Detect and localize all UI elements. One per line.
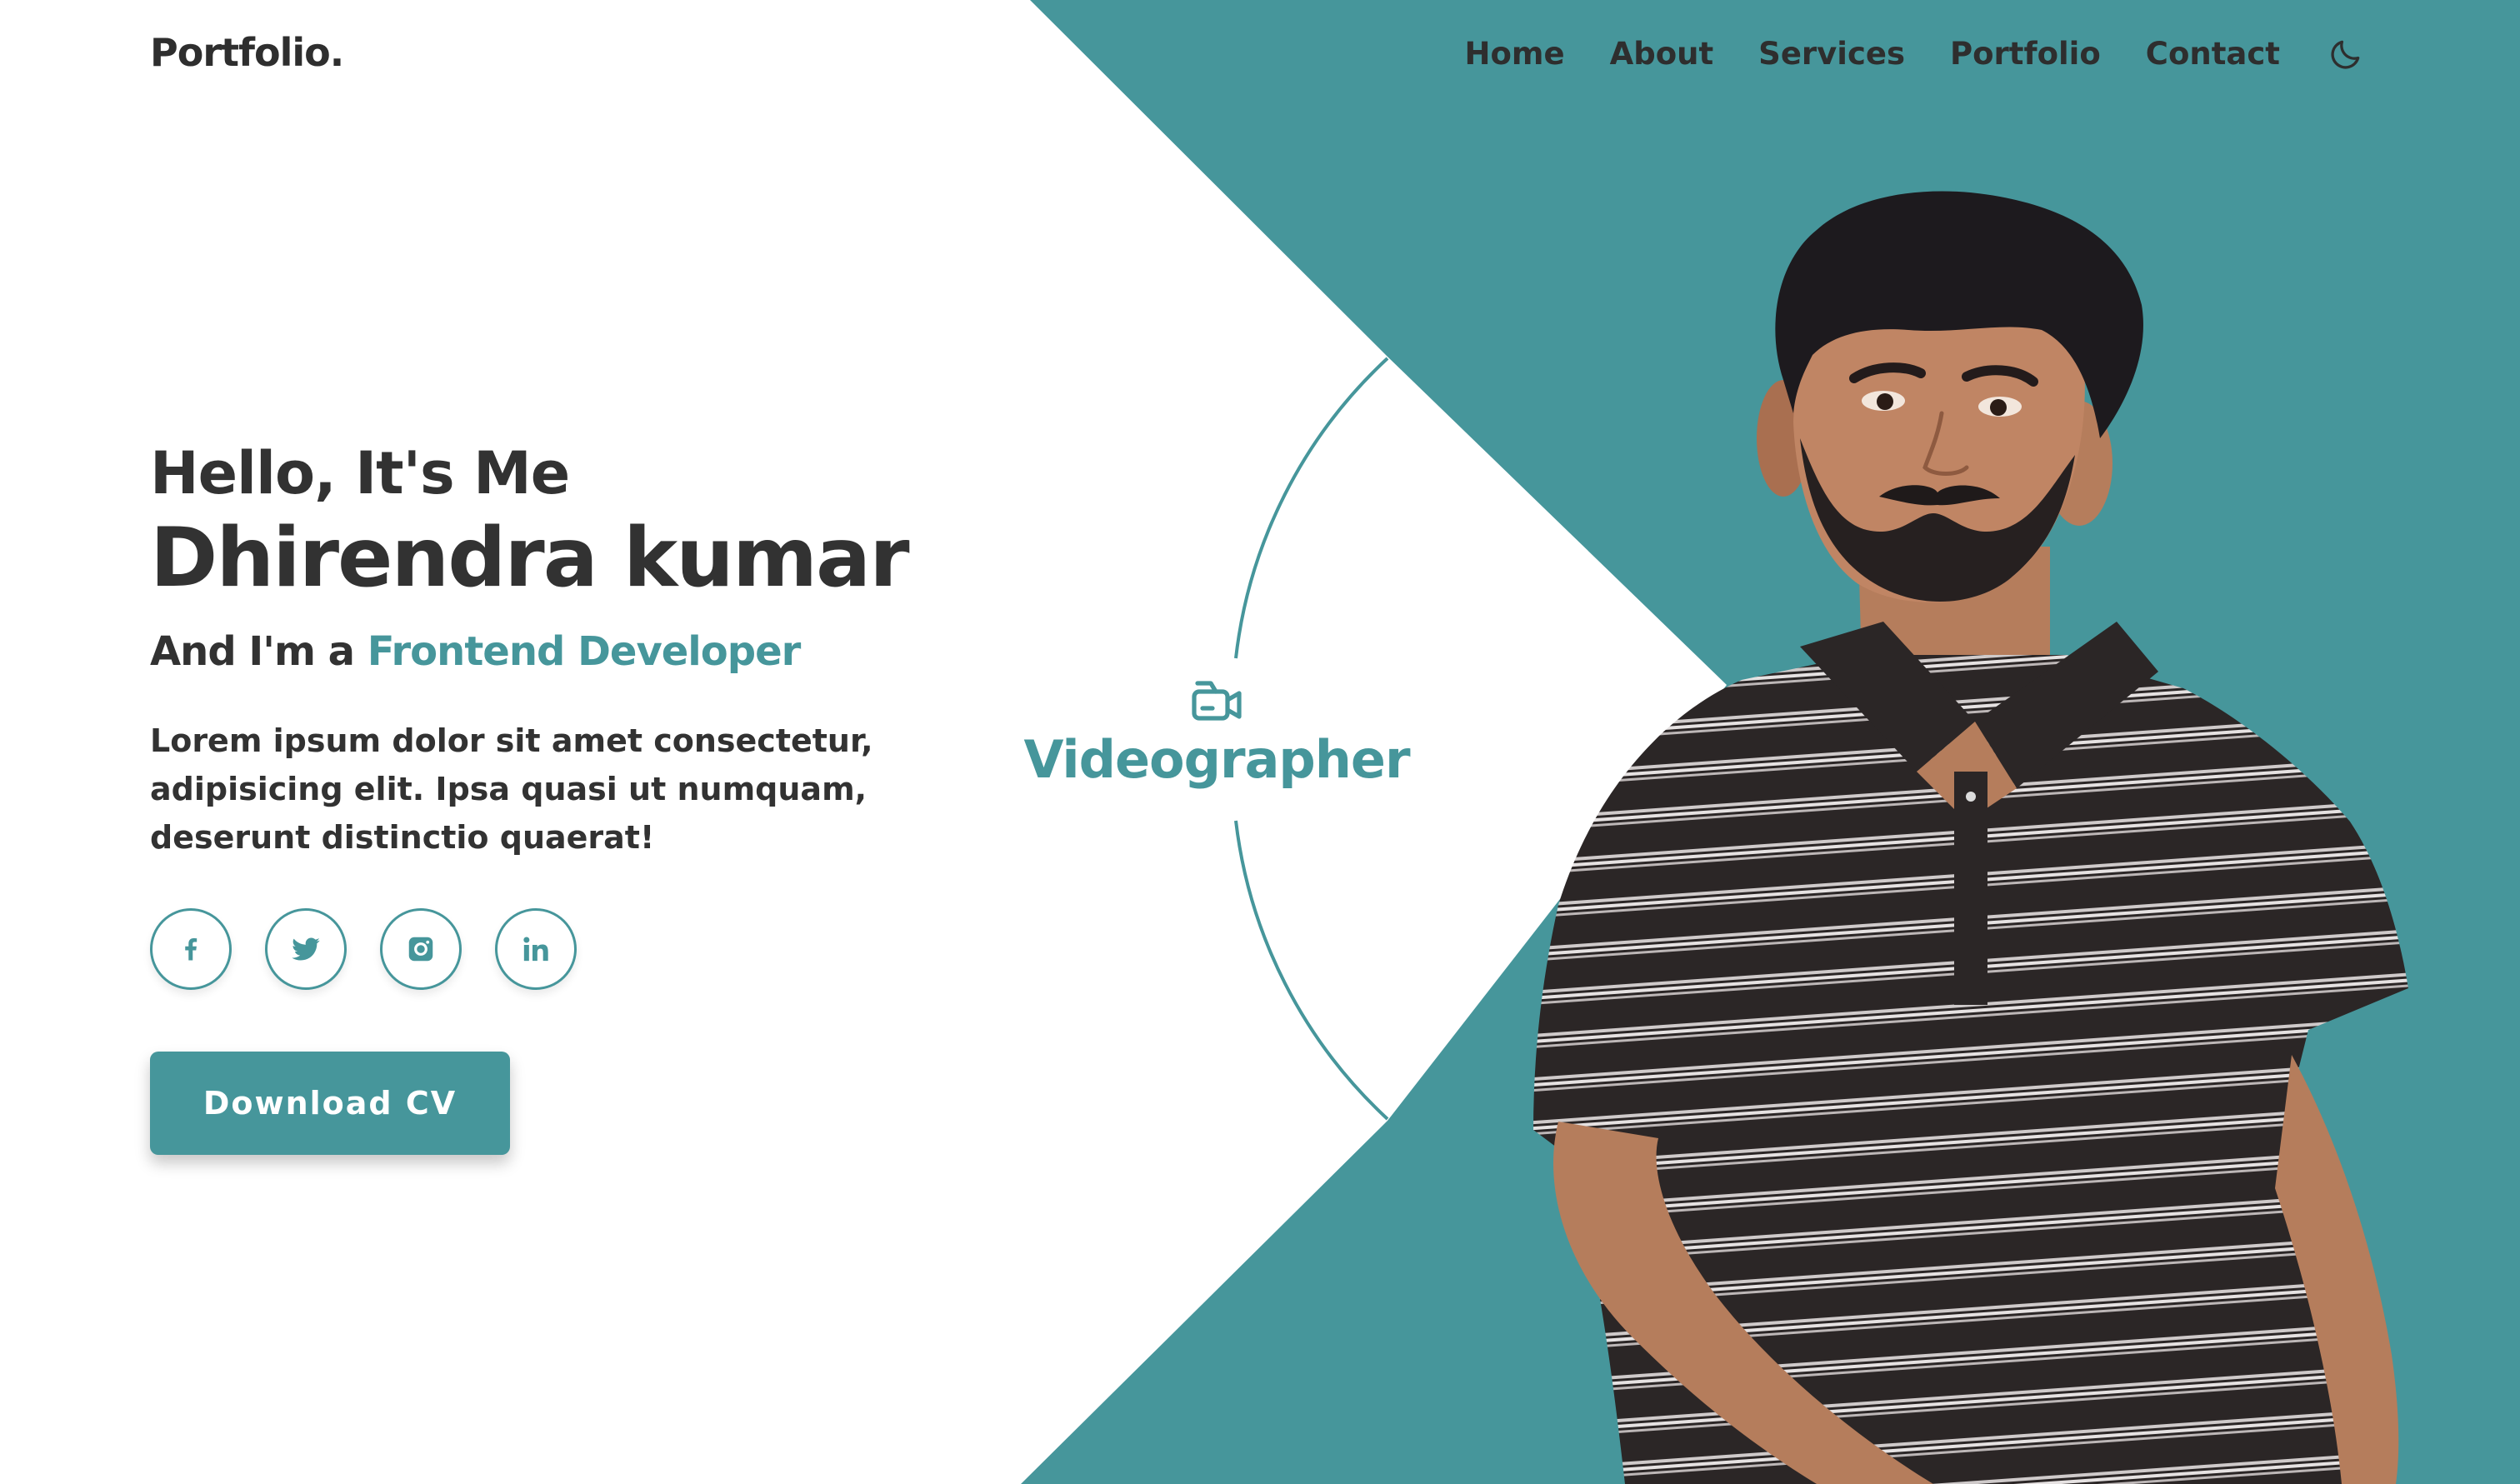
download-cv-button[interactable]: Download CV xyxy=(150,1052,510,1155)
facebook-icon xyxy=(185,937,198,961)
nav-services[interactable]: Services xyxy=(1758,33,1905,75)
linkedin-icon xyxy=(523,937,548,962)
person-photo xyxy=(1533,191,2408,1484)
hero-greeting: Hello, It's Me xyxy=(150,439,570,507)
hero-name: Dhirendra kumar xyxy=(150,511,910,606)
arc-bottom xyxy=(1234,820,1389,1121)
portfolio-page: Portfolio. Home About Services Portfolio… xyxy=(0,0,2520,1484)
video-camera-icon xyxy=(1192,681,1242,721)
nav-home[interactable]: Home xyxy=(1465,33,1565,75)
social-links xyxy=(150,908,1017,990)
hero-section: Hello, It's Me Dhirendra kumar And I'm a… xyxy=(150,435,1017,1155)
service-label: Videographer xyxy=(1023,729,1410,790)
nav-about[interactable]: About xyxy=(1610,33,1714,75)
hero-description: Lorem ipsum dolor sit amet consectetur, … xyxy=(150,722,873,856)
moon-icon xyxy=(2331,40,2360,69)
logo[interactable]: Portfolio. xyxy=(150,30,344,75)
facebook-button[interactable] xyxy=(150,908,232,990)
instagram-icon xyxy=(408,937,433,962)
twitter-button[interactable] xyxy=(265,908,347,990)
service-badge: Videographer xyxy=(992,677,1442,793)
role-highlight: Frontend Developer xyxy=(367,628,802,675)
nav-contact[interactable]: Contact xyxy=(2146,33,2280,75)
role-prefix: And I'm a xyxy=(150,628,355,675)
site-header: Portfolio. Home About Services Portfolio… xyxy=(0,0,2520,112)
main-nav: Home About Services Portfolio Contact xyxy=(1465,33,2367,75)
hero-role: And I'm a Frontend Developer xyxy=(150,625,1017,678)
theme-toggle-button[interactable] xyxy=(2325,33,2367,75)
arc-top xyxy=(1234,357,1389,659)
instagram-button[interactable] xyxy=(380,908,462,990)
twitter-icon xyxy=(292,937,320,961)
nav-portfolio[interactable]: Portfolio xyxy=(1950,33,2101,75)
linkedin-button[interactable] xyxy=(495,908,577,990)
